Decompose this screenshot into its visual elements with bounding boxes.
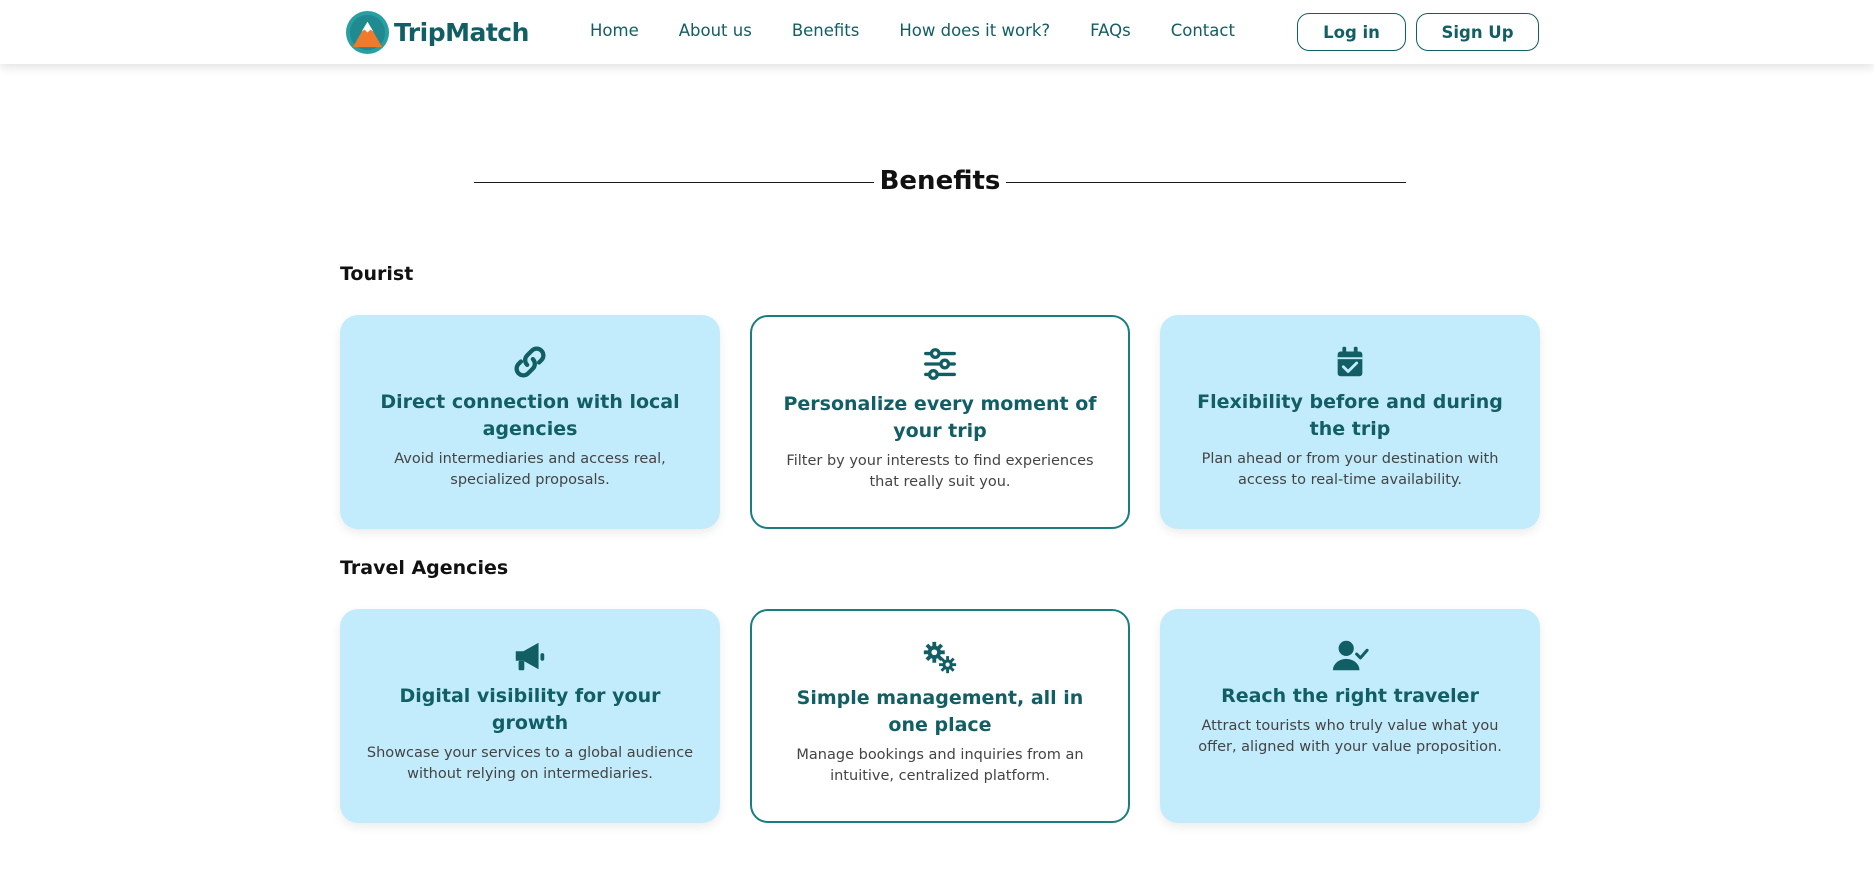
nav-home[interactable]: Home — [590, 20, 639, 42]
benefit-card-right-traveler: Reach the right traveler Attract tourist… — [1160, 609, 1540, 823]
section-title: Benefits — [879, 166, 1001, 196]
card-title: Personalize every moment of your trip — [783, 393, 1097, 442]
card-description: Showcase your services to a global audie… — [366, 745, 694, 782]
benefit-card-simple-management: Simple management, all in one place Mana… — [750, 609, 1130, 823]
nav-how-it-works[interactable]: How does it work? — [899, 20, 1050, 42]
sliders-icon — [924, 348, 956, 380]
gears-icon — [923, 641, 957, 674]
card-title: Direct connection with local agencies — [380, 391, 680, 440]
benefit-card-flexibility: Flexibility before and during the trip P… — [1160, 315, 1540, 529]
brand-name: TripMatch — [394, 17, 529, 47]
benefit-card-digital-visibility: Digital visibility for your growth Showc… — [340, 609, 720, 823]
benefit-card-personalize: Personalize every moment of your trip Fi… — [750, 315, 1130, 529]
card-description: Manage bookings and inquiries from an in… — [796, 747, 1084, 784]
card-title: Reach the right traveler — [1221, 685, 1479, 707]
card-description: Attract tourists who truly value what yo… — [1198, 718, 1502, 755]
calendar-check-icon — [1337, 346, 1363, 377]
benefits-heading: Benefits — [474, 162, 1406, 202]
brand-logo[interactable]: TripMatch — [345, 9, 529, 55]
user-check-icon — [1332, 640, 1369, 671]
nav-about-us[interactable]: About us — [679, 20, 752, 42]
main-nav: Home About us Benefits How does it work?… — [590, 20, 1275, 42]
group-label-travel-agencies: Travel Agencies — [340, 557, 509, 579]
card-description: Plan ahead or from your destination with… — [1201, 451, 1499, 488]
nav-faqs[interactable]: FAQs — [1090, 20, 1131, 42]
card-title: Flexibility before and during the trip — [1197, 391, 1503, 440]
nav-contact[interactable]: Contact — [1171, 20, 1235, 42]
benefit-card-direct-connection: Direct connection with local agencies Av… — [340, 315, 720, 529]
card-title: Digital visibility for your growth — [399, 685, 661, 734]
site-header: TripMatch Home About us Benefits How doe… — [0, 0, 1874, 64]
card-description: Avoid intermediaries and access real, sp… — [394, 451, 666, 488]
group-label-tourist: Tourist — [340, 263, 414, 285]
link-icon — [514, 346, 546, 378]
card-title: Simple management, all in one place — [796, 687, 1084, 736]
nav-benefits[interactable]: Benefits — [792, 20, 860, 42]
login-button[interactable]: Log in — [1297, 13, 1406, 51]
megaphone-icon — [515, 642, 545, 671]
card-description: Filter by your interests to find experie… — [786, 453, 1094, 490]
mountain-logo-icon — [345, 10, 390, 54]
signup-button[interactable]: Sign Up — [1416, 13, 1539, 51]
